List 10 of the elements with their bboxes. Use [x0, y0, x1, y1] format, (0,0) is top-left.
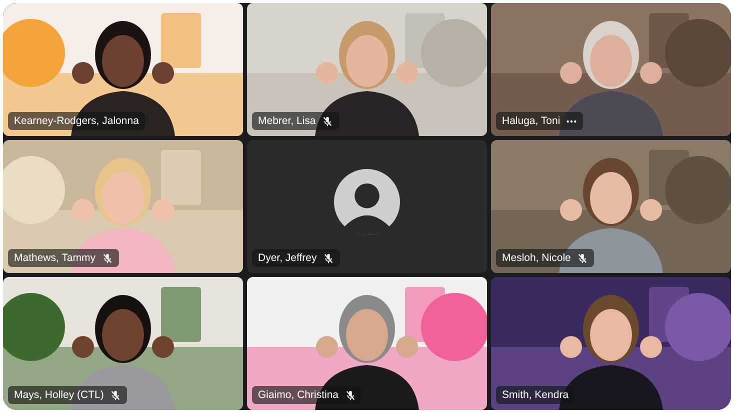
avatar-icon — [334, 168, 400, 234]
participant-name: Haluga, Toni — [502, 115, 560, 127]
participant-name: Giaimo, Christina — [258, 389, 339, 401]
participant-name: Kearney-Rodgers, Jalonna — [14, 115, 139, 127]
participant-name: Dyer, Jeffrey — [258, 252, 317, 264]
participant-name: Mathews, Tammy — [14, 252, 96, 264]
participant-name: Smith, Kendra — [502, 389, 569, 401]
participant-name: Mays, Holley (CTL) — [14, 389, 104, 401]
participant-name: Mebrer, Lisa — [258, 115, 316, 127]
participant-name: Mesloh, Nicole — [502, 252, 571, 264]
